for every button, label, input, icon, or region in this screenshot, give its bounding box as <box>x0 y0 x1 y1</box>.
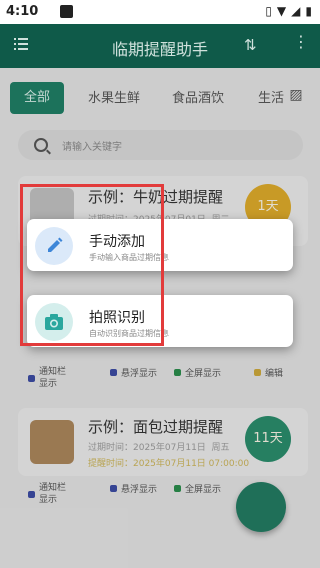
status-icons: ▯ ▼ ◢ ▮ <box>265 4 312 18</box>
app-toolbar: 临期提醒助手 ⇅ ⋮ <box>0 24 320 68</box>
add-fab-button[interactable] <box>236 482 286 532</box>
wifi-icon: ▼ <box>276 4 287 18</box>
sort-icon[interactable]: ⇅ <box>244 36 257 54</box>
notification-icon <box>60 5 73 18</box>
more-icon[interactable]: ⋮ <box>293 34 309 50</box>
app-title: 临期提醒助手 <box>111 40 208 59</box>
vibrate-icon: ▯ <box>265 4 272 18</box>
status-time: 4:10 <box>6 4 39 19</box>
battery-icon: ▮ <box>305 4 312 18</box>
annotation-highlight-box <box>20 184 164 346</box>
signal-icon: ◢ <box>291 4 301 18</box>
status-bar: 4:10 ▯ ▼ ◢ ▮ <box>0 0 320 24</box>
